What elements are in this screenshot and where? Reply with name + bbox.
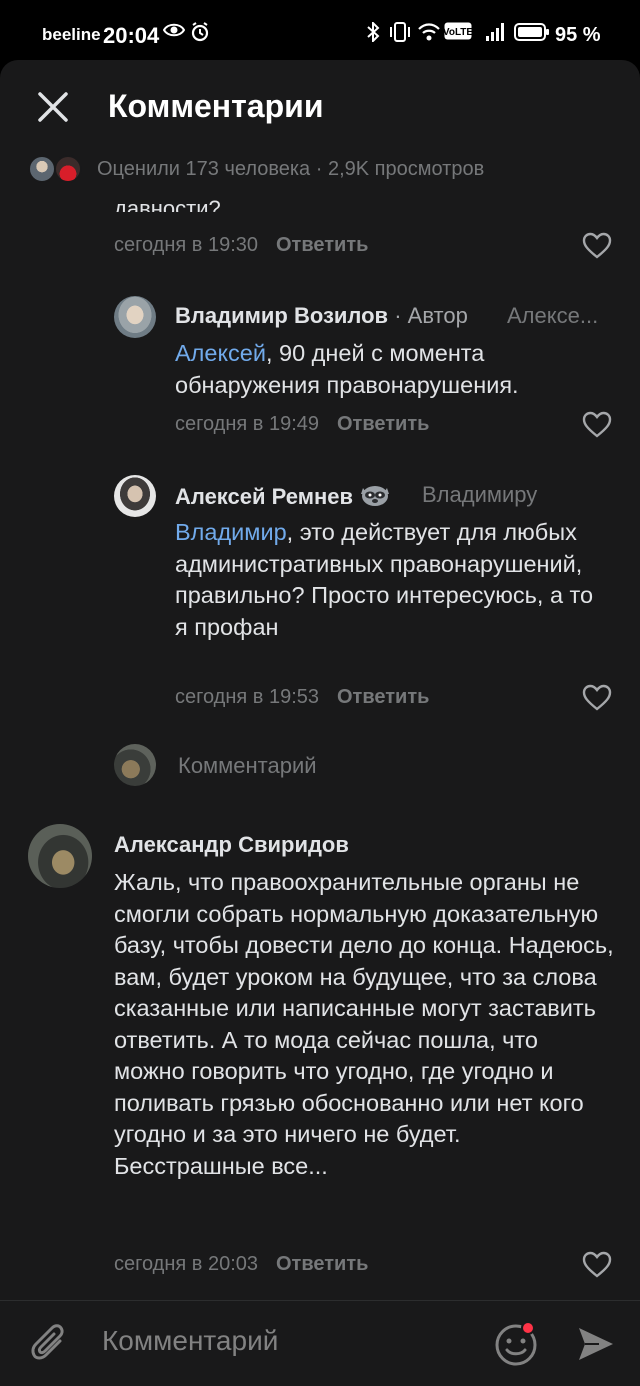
reply-button[interactable]: Ответить bbox=[276, 1253, 368, 1275]
comment-text: Владимир, это действует для любых админи… bbox=[175, 519, 594, 640]
clock: 20:04 bbox=[103, 23, 160, 48]
comment-author[interactable]: Владимир Возилов · Автор bbox=[175, 303, 468, 329]
comments-sheet: Комментарии Оценили 173 человека · 2,9K … bbox=[0, 60, 640, 1386]
like-icon[interactable] bbox=[582, 684, 612, 712]
comment-date: сегодня в 19:53 bbox=[175, 686, 319, 708]
reactions-views-text: Оценили 173 человека · 2,9K просмотров bbox=[97, 158, 485, 180]
like-icon[interactable] bbox=[582, 232, 612, 260]
bluetooth-icon bbox=[366, 20, 380, 47]
comment-date: сегодня в 19:49 bbox=[175, 413, 319, 435]
like-icon[interactable] bbox=[582, 1251, 612, 1279]
send-icon[interactable] bbox=[575, 1323, 617, 1365]
battery-percent: 95 % bbox=[555, 24, 601, 46]
avatar[interactable] bbox=[28, 824, 92, 888]
comment-author[interactable]: Алексей Ремнев bbox=[175, 482, 391, 514]
attach-icon[interactable] bbox=[30, 1323, 70, 1367]
avatar bbox=[54, 155, 82, 183]
comment-meta: сегодня в 19:49 Ответить bbox=[175, 413, 429, 436]
reply-button[interactable]: Ответить bbox=[337, 413, 429, 435]
comment-text: Жаль, что правоохранительные органы не с… bbox=[114, 869, 614, 1179]
raccoon-emoji-icon bbox=[359, 482, 391, 514]
close-icon bbox=[38, 92, 68, 122]
reply-comment-input[interactable]: Комментарий bbox=[178, 753, 317, 779]
page-title: Комментарии bbox=[108, 88, 324, 124]
vibrate-icon bbox=[388, 22, 412, 47]
wifi-icon bbox=[417, 22, 441, 47]
comment-text: Алексей, 90 дней с момента обнаружения п… bbox=[175, 340, 519, 398]
comment-meta: сегодня в 20:03 Ответить bbox=[114, 1253, 368, 1276]
comment-text-cut: давности? bbox=[114, 200, 221, 212]
mention-link[interactable]: Владимир bbox=[175, 519, 287, 545]
volte-icon: VoLTE bbox=[443, 22, 473, 45]
liked-avatars bbox=[28, 155, 88, 185]
avatar bbox=[114, 744, 156, 786]
comment-input[interactable]: Комментарий bbox=[102, 1325, 278, 1357]
mention-link[interactable]: Алексей bbox=[175, 340, 266, 366]
battery-icon bbox=[514, 22, 550, 47]
avatar[interactable] bbox=[114, 475, 156, 517]
reply-to-label[interactable]: Алексе... bbox=[507, 303, 598, 329]
close-button[interactable] bbox=[28, 82, 78, 132]
reply-button[interactable]: Ответить bbox=[276, 234, 368, 256]
carrier-label: beeline bbox=[42, 25, 101, 44]
comments-list: давности? сегодня в 19:30 Ответить Владим… bbox=[0, 200, 640, 1300]
avatar[interactable] bbox=[114, 296, 156, 338]
comment-meta: сегодня в 19:53 Ответить bbox=[175, 686, 429, 709]
svg-text:VoLTE: VoLTE bbox=[444, 27, 472, 38]
comment-date: сегодня в 20:03 bbox=[114, 1253, 258, 1275]
eye-icon bbox=[162, 22, 186, 43]
comment-meta: сегодня в 19:30 Ответить bbox=[114, 234, 368, 257]
emoji-icon[interactable] bbox=[494, 1321, 540, 1367]
reactions-summary[interactable]: Оценили 173 человека · 2,9K просмотров bbox=[0, 155, 640, 195]
like-icon[interactable] bbox=[582, 411, 612, 439]
status-bar: beeline 20:04 VoLTE 95 % bbox=[0, 0, 640, 60]
avatar bbox=[28, 155, 56, 183]
author-badge: · Автор bbox=[388, 303, 468, 328]
comment-date: сегодня в 19:30 bbox=[114, 234, 258, 256]
alarm-icon bbox=[190, 22, 210, 47]
reply-to-label[interactable]: Владимиру bbox=[422, 482, 537, 508]
reply-button[interactable]: Ответить bbox=[337, 686, 429, 708]
compose-bar: Комментарий bbox=[0, 1300, 640, 1386]
comment-author[interactable]: Александр Свиридов bbox=[114, 832, 349, 858]
header: Комментарии bbox=[0, 60, 640, 155]
signal-icon bbox=[485, 22, 507, 47]
